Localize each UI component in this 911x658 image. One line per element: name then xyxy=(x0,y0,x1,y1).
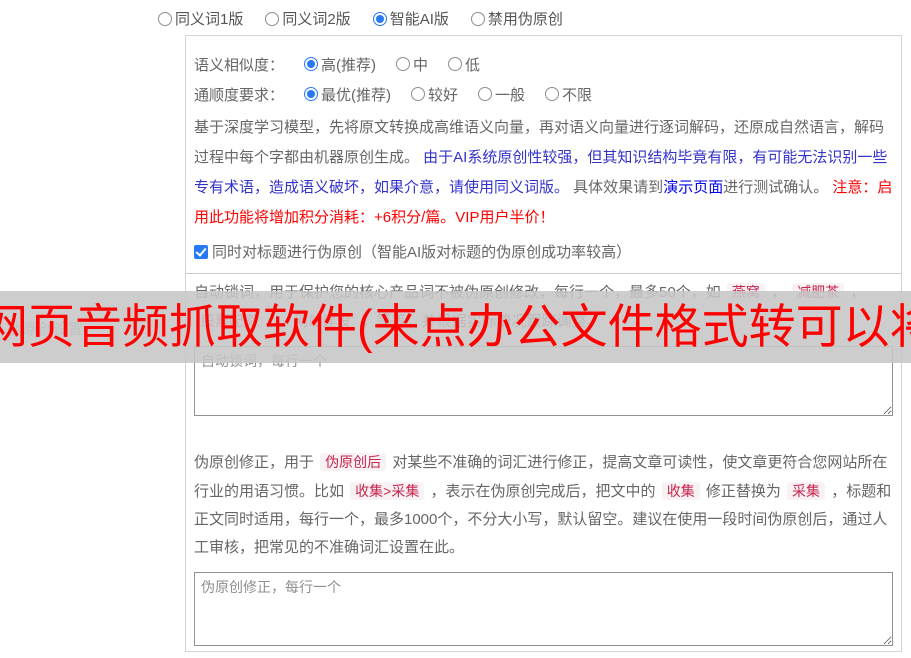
fluency-row: 通顺度要求： 最优(推荐) 较好 一般 不限 xyxy=(194,79,893,109)
radio-option[interactable]: 中 xyxy=(396,54,428,75)
radio-option-label: 禁用伪原创 xyxy=(487,11,563,28)
rewrite-version-radio-group: 同义词1版 同义词2版 智能AI版 禁用伪原创 xyxy=(158,8,563,29)
semantic-similarity-row: 语义相似度： 高(推荐) 中 低 xyxy=(194,49,893,79)
keyword-pill: 收集 xyxy=(661,482,700,500)
radio-unchecked-icon[interactable] xyxy=(478,87,493,101)
radio-unchecked-icon[interactable] xyxy=(411,87,426,101)
radio-option-label: 智能AI版 xyxy=(389,11,449,28)
keyword-pill: 网站建设 xyxy=(289,312,356,330)
keyword-pill: 伪原创后 xyxy=(320,453,387,471)
form-row-label: 伪原创设置 xyxy=(8,321,84,338)
radio-option-label: 最优(推荐) xyxy=(321,86,392,104)
text-run: ，等等，并根据实际情况跟踪调整。 xyxy=(357,313,602,330)
radio-option[interactable]: 同义词1版 xyxy=(158,8,243,29)
radio-unchecked-icon[interactable] xyxy=(545,87,560,101)
keyword-pill: 采集 xyxy=(787,482,826,500)
radio-unchecked-icon[interactable] xyxy=(265,11,280,26)
fluency-options: 最优(推荐) 较好 一般 不限 xyxy=(304,84,592,105)
keyword-pill: 股票配资 xyxy=(196,312,262,330)
radio-option-label: 同义词2版 xyxy=(282,11,351,28)
radio-option[interactable]: 最优(推荐) xyxy=(304,84,391,105)
demo-page-link[interactable]: 演示页面 xyxy=(663,179,723,196)
text-run: 自动锁词，用于保护您的核心产品词不被伪原创修改，每行一个，最多50个，如 xyxy=(194,284,725,301)
ai-description-paragraph: 基于深度学习模型，先将原文转换成高维语义向量，再对语义向量进行逐词解码，还原成自… xyxy=(194,113,893,233)
radio-option-label: 不限 xyxy=(562,86,593,104)
title-rewrite-checkbox-label: 同时对标题进行伪原创（智能AI版对标题的伪原创成功率较高） xyxy=(212,244,632,261)
title-rewrite-checkbox[interactable] xyxy=(194,244,208,259)
radio-option[interactable]: 较好 xyxy=(411,84,458,105)
semantic-similarity-options: 高(推荐) 中 低 xyxy=(304,54,480,75)
text-run: 进行测试确认。 xyxy=(723,179,833,196)
radio-unchecked-icon[interactable] xyxy=(158,11,172,26)
text-run: 修正替换为 xyxy=(701,483,786,500)
radio-checked-icon[interactable] xyxy=(372,11,387,26)
radio-option-label: 较好 xyxy=(428,86,459,104)
text-run: 具体效果请到 xyxy=(573,179,664,196)
radio-option-label: 同义词1版 xyxy=(175,11,244,28)
keyword-pill: 收集>采集 xyxy=(350,482,425,500)
radio-option-label: 一般 xyxy=(495,86,526,104)
radio-option[interactable]: 禁用伪原创 xyxy=(470,8,563,29)
radio-option-label: 中 xyxy=(413,56,429,74)
keyword-pill: 燕窝 xyxy=(726,283,765,301)
title-rewrite-checkbox-row[interactable]: 同时对标题进行伪原创（智能AI版对标题的伪原创成功率较高） xyxy=(194,241,893,262)
correction-paragraph: 伪原创修正，用于 伪原创后 对某些不准确的词汇进行修正，提高文章可读性，使文章更… xyxy=(194,448,893,562)
radio-option[interactable]: 一般 xyxy=(478,84,525,105)
radio-unchecked-icon[interactable] xyxy=(448,57,463,71)
section-divider xyxy=(186,273,901,274)
radio-option[interactable]: 高(推荐) xyxy=(304,54,376,75)
radio-option-label: 低 xyxy=(465,56,481,74)
radio-checked-icon[interactable] xyxy=(304,87,319,101)
radio-option[interactable]: 低 xyxy=(448,54,480,75)
radio-option[interactable]: 同义词2版 xyxy=(265,8,351,29)
radio-unchecked-icon[interactable] xyxy=(396,57,411,71)
lock-words-paragraph: 自动锁词，用于保护您的核心产品词不被伪原创修改，每行一个，最多50个，如 燕窝 … xyxy=(194,278,893,336)
fluency-label: 通顺度要求： xyxy=(194,86,285,104)
pseudo-original-settings-panel: 语义相似度： 高(推荐) 中 低 通顺度要求： 最优(推荐) 较好 一般 不限 基于深度学… xyxy=(185,35,902,652)
text-run: ， xyxy=(846,284,866,301)
radio-option-label: 高(推荐) xyxy=(321,56,377,74)
text-run: 伪原创修正，用于 xyxy=(194,454,319,471)
lock-words-textarea[interactable] xyxy=(194,346,893,416)
keyword-pill: 减肥茶 xyxy=(792,283,845,301)
semantic-similarity-label: 语义相似度： xyxy=(194,56,285,74)
radio-option[interactable]: 不限 xyxy=(545,84,592,105)
text-run: ， xyxy=(264,313,288,330)
radio-checked-icon[interactable] xyxy=(304,57,319,71)
correction-textarea[interactable] xyxy=(194,572,893,646)
radio-unchecked-icon[interactable] xyxy=(470,11,485,26)
radio-option[interactable]: 智能AI版 xyxy=(372,8,449,29)
text-run: ，表示在伪原创完成后，把文中的 xyxy=(426,483,660,500)
text-run: ， xyxy=(766,284,791,301)
